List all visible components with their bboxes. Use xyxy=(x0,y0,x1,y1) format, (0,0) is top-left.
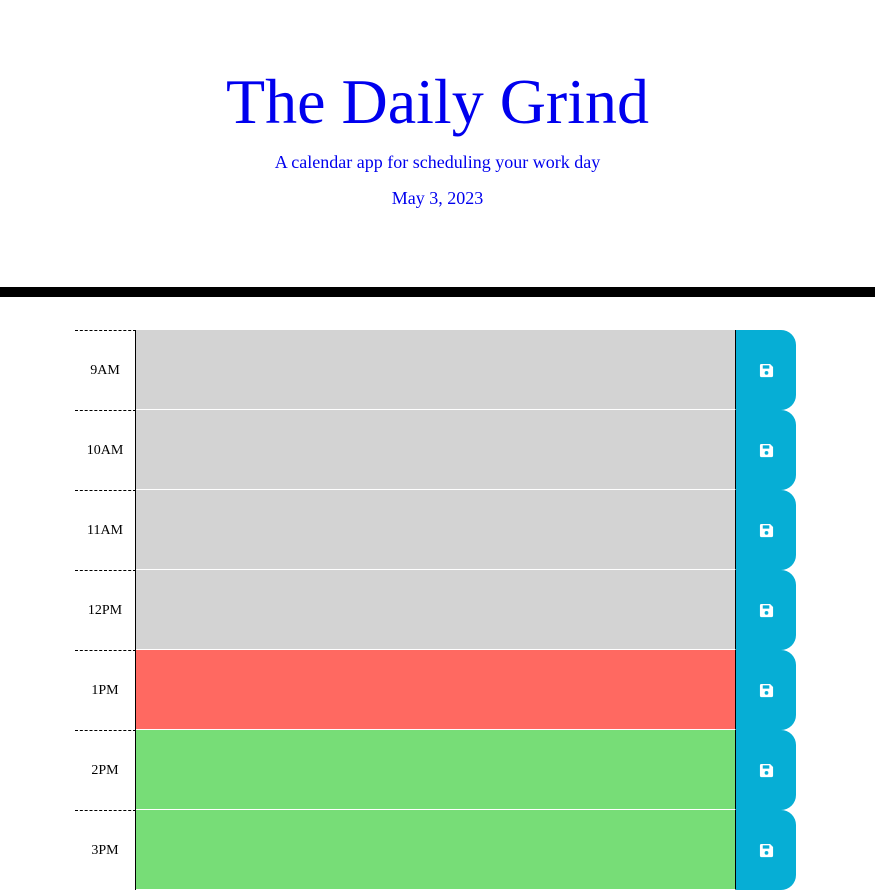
event-textarea[interactable] xyxy=(136,730,736,810)
time-block-row: 3PM xyxy=(75,810,796,890)
hour-label: 9AM xyxy=(75,330,136,410)
save-button[interactable] xyxy=(736,730,796,810)
save-button[interactable] xyxy=(736,650,796,730)
schedule: 9AM 10AM 11AM 12PM 1PM 2PM 3PM xyxy=(75,330,796,890)
page-title: The Daily Grind xyxy=(226,66,649,137)
save-button[interactable] xyxy=(736,810,796,890)
event-textarea[interactable] xyxy=(136,810,736,890)
floppy-disk-icon xyxy=(759,683,774,698)
hour-label: 10AM xyxy=(75,410,136,490)
hour-label: 11AM xyxy=(75,490,136,570)
event-textarea[interactable] xyxy=(136,570,736,650)
hour-label: 3PM xyxy=(75,810,136,890)
save-button[interactable] xyxy=(736,330,796,410)
page-header: The Daily Grind A calendar app for sched… xyxy=(0,0,875,287)
hour-label: 12PM xyxy=(75,570,136,650)
save-button[interactable] xyxy=(736,410,796,490)
floppy-disk-icon xyxy=(759,443,774,458)
time-block-row: 1PM xyxy=(75,650,796,730)
current-date: May 3, 2023 xyxy=(391,188,484,208)
time-block-row: 12PM xyxy=(75,570,796,650)
event-textarea[interactable] xyxy=(136,410,736,490)
save-button[interactable] xyxy=(736,490,796,570)
floppy-disk-icon xyxy=(759,603,774,618)
time-block-row: 11AM xyxy=(75,490,796,570)
floppy-disk-icon xyxy=(759,523,774,538)
time-block-row: 9AM xyxy=(75,330,796,410)
hour-label: 1PM xyxy=(75,650,136,730)
time-block-row: 2PM xyxy=(75,730,796,810)
event-textarea[interactable] xyxy=(136,650,736,730)
page-subtitle: A calendar app for scheduling your work … xyxy=(274,152,601,172)
floppy-disk-icon xyxy=(759,843,774,858)
floppy-disk-icon xyxy=(759,363,774,378)
event-textarea[interactable] xyxy=(136,490,736,570)
header-divider xyxy=(0,287,875,297)
time-block-row: 10AM xyxy=(75,410,796,490)
floppy-disk-icon xyxy=(759,763,774,778)
event-textarea[interactable] xyxy=(136,330,736,410)
hour-label: 2PM xyxy=(75,730,136,810)
save-button[interactable] xyxy=(736,570,796,650)
